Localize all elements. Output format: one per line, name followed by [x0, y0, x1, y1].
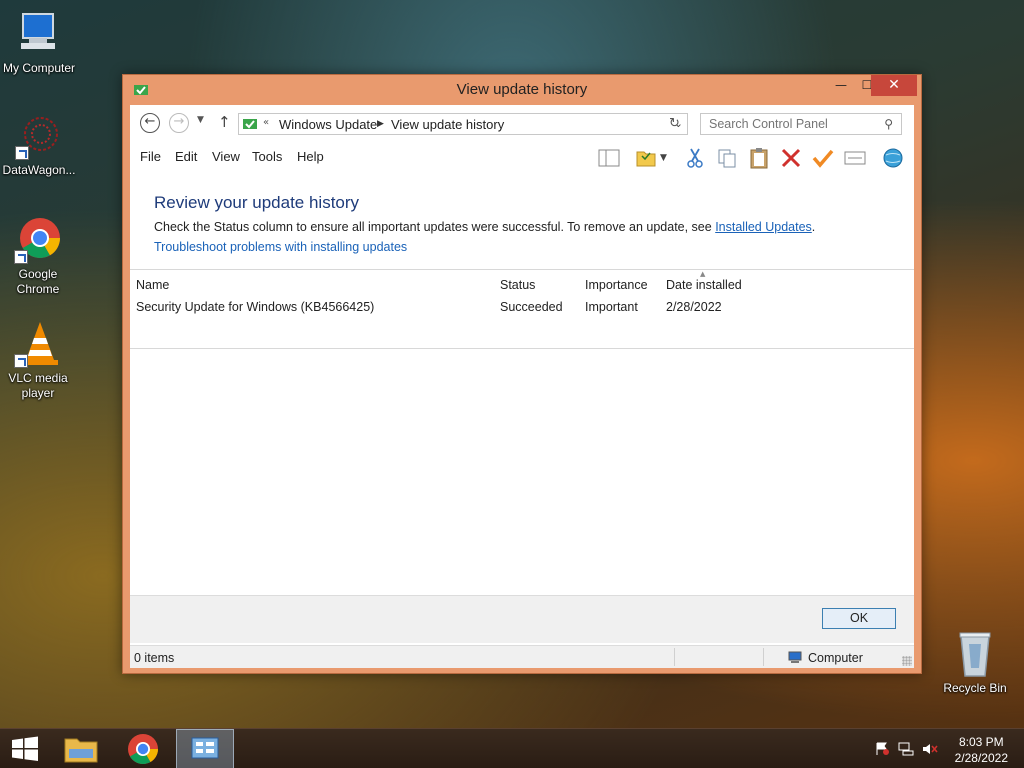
computer-icon [788, 651, 804, 664]
desktop-icon-vlc[interactable]: VLC media player [0, 320, 78, 401]
shortcut-arrow-icon [15, 146, 29, 160]
zone-label: Computer [808, 651, 863, 665]
taskbar-file-explorer[interactable] [52, 729, 110, 768]
control-panel-icon [191, 737, 219, 759]
desktop-icon-datawagon[interactable]: DataWagon... [0, 112, 79, 178]
description-period: . [811, 220, 816, 234]
chevron-double-left-icon: « [263, 117, 270, 128]
menu-view[interactable]: View [212, 149, 240, 164]
menu-help[interactable]: Help [297, 149, 324, 164]
cell-date: 2/28/2022 [666, 300, 722, 314]
sort-indicator-icon: ▲ [700, 270, 706, 278]
page-description: Check the Status column to ensure all im… [154, 220, 815, 234]
menu-file[interactable]: File [140, 149, 161, 164]
cell-importance: Important [585, 300, 638, 314]
datawagon-icon [15, 112, 63, 160]
chrome-icon [14, 216, 62, 264]
cell-status: Succeeded [500, 300, 563, 314]
status-bar: 0 items Computer [130, 645, 914, 668]
view-update-history-window: View update history — ☐ ✕ ← → ▼ ↑ « Wind… [122, 74, 922, 674]
page-heading: Review your update history [154, 193, 360, 212]
taskbar-chrome[interactable] [114, 729, 172, 768]
menu-edit[interactable]: Edit [175, 149, 197, 164]
ok-button[interactable]: OK [822, 608, 896, 629]
action-center-flag-icon[interactable] [874, 742, 890, 756]
vlc-cone-icon [14, 320, 62, 368]
chevron-down-icon[interactable]: ▼ [660, 147, 684, 169]
desktop-icon-chrome[interactable]: Google Chrome [0, 216, 78, 297]
desktop-icon-label: DataWagon... [2, 163, 76, 177]
status-zone: Computer [788, 651, 863, 665]
taskbar: 8:03 PM 2/28/2022 [0, 728, 1024, 768]
refresh-button[interactable]: ↻ [662, 113, 688, 135]
breadcrumb-separator-icon[interactable]: ▶ [377, 119, 384, 129]
network-icon[interactable] [898, 742, 914, 756]
column-header-name[interactable]: Name [136, 278, 169, 292]
shortcut-arrow-icon [14, 354, 28, 368]
column-header-importance[interactable]: Importance [585, 278, 648, 292]
title-bar[interactable]: View update history — ☐ ✕ [123, 75, 921, 105]
update-history-table: ▲ Name Status Importance Date installed … [130, 269, 914, 349]
desktop-icon-my-computer[interactable]: My Computer [0, 10, 79, 76]
window-title: View update history [456, 81, 588, 98]
paste-icon[interactable] [747, 147, 771, 169]
dialog-footer: OK [130, 595, 914, 643]
folder-options-icon[interactable] [634, 147, 658, 169]
cell-name: Security Update for Windows (KB4566425) [136, 300, 375, 314]
desktop-icon-label: My Computer [2, 61, 76, 75]
desktop-icon-label: Recycle Bin [943, 681, 1007, 695]
breadcrumb-view-update-history[interactable]: View update history [391, 117, 504, 132]
close-button[interactable]: ✕ [871, 75, 917, 96]
clock-time: 8:03 PM [958, 735, 1004, 749]
delete-icon[interactable] [779, 147, 803, 169]
chrome-icon [128, 734, 158, 765]
status-divider [674, 648, 675, 666]
properties-icon[interactable] [843, 147, 867, 169]
desktop-icon-recycle-bin[interactable]: Recycle Bin [935, 630, 1015, 696]
layout-icon[interactable] [597, 147, 621, 169]
minimize-button[interactable]: — [827, 75, 855, 96]
globe-icon[interactable] [881, 147, 905, 169]
clock-date: 2/28/2022 [954, 751, 1008, 765]
folder-icon [64, 738, 98, 763]
search-input[interactable] [701, 114, 871, 134]
resize-grip[interactable] [902, 656, 912, 666]
shortcut-arrow-icon [14, 250, 28, 264]
recycle-bin-icon [951, 630, 999, 678]
cut-icon[interactable] [683, 147, 707, 169]
up-button[interactable]: ↑ [218, 113, 231, 131]
installed-updates-link[interactable]: Installed Updates [715, 220, 812, 234]
start-button[interactable] [0, 729, 58, 768]
status-divider [763, 648, 764, 666]
item-count: 0 items [134, 651, 175, 665]
column-header-date-installed[interactable]: Date installed [666, 278, 742, 292]
windows-logo-icon [12, 736, 38, 761]
check-icon[interactable] [811, 147, 835, 169]
desktop-icon-label: VLC media player [8, 371, 68, 400]
search-box[interactable]: ⚲ [700, 113, 902, 135]
computer-icon [15, 10, 63, 58]
control-panel-icon [242, 117, 258, 131]
taskbar-control-panel[interactable] [176, 729, 234, 768]
volume-muted-icon[interactable] [922, 742, 938, 756]
recent-locations-dropdown[interactable]: ▼ [197, 115, 204, 125]
desktop-icon-label: Google Chrome [16, 267, 60, 296]
copy-icon[interactable] [715, 147, 739, 169]
address-bar[interactable]: « Windows Update ▶ View update history ⌄ [238, 113, 688, 135]
system-clock[interactable]: 8:03 PM 2/28/2022 [955, 734, 1008, 766]
description-text: Check the Status column to ensure all im… [154, 220, 716, 234]
breadcrumb-windows-update[interactable]: Windows Update [279, 117, 377, 132]
troubleshoot-link[interactable]: Troubleshoot problems with installing up… [154, 240, 407, 254]
back-button[interactable]: ← [140, 113, 160, 133]
search-icon[interactable]: ⚲ [884, 117, 893, 131]
forward-button[interactable]: → [169, 113, 189, 133]
menu-toolbar-row: File Edit View Tools Help ▼ [130, 141, 914, 171]
window-client-area: ← → ▼ ↑ « Windows Update ▶ View update h… [130, 105, 914, 668]
address-row: ← → ▼ ↑ « Windows Update ▶ View update h… [130, 105, 914, 141]
menu-tools[interactable]: Tools [252, 149, 282, 164]
column-header-status[interactable]: Status [500, 278, 535, 292]
